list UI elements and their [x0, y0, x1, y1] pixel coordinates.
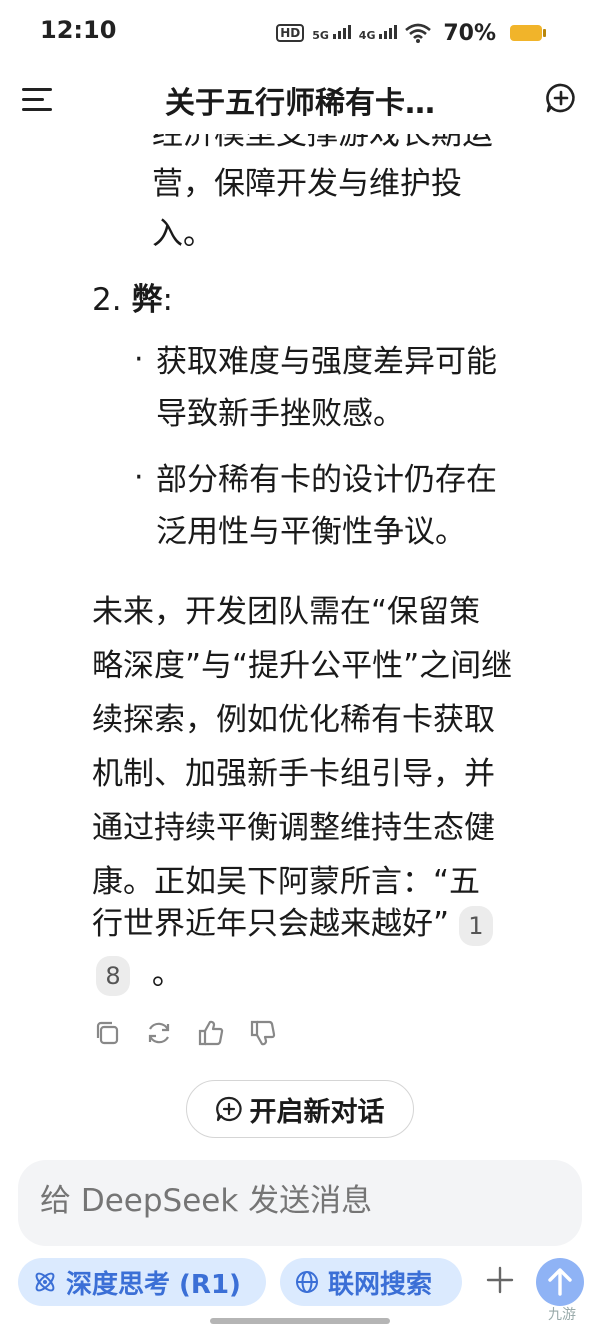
chat-header: 关于五行师稀有卡… [0, 64, 600, 134]
regenerate-icon[interactable] [144, 1018, 174, 1048]
copy-icon[interactable] [92, 1018, 122, 1048]
globe-icon [296, 1271, 318, 1293]
paragraph-line: 行世界近年只会越来越好” 1 [92, 900, 493, 948]
web-search-toggle[interactable]: 联网搜索 [280, 1258, 462, 1306]
atom-icon [35, 1272, 55, 1292]
paragraph-line: 康。正如吴下阿蒙所言：“五 [92, 864, 481, 900]
deep-think-label: 深度思考 (R1) [66, 1269, 241, 1300]
web-search-label: 联网搜索 [328, 1269, 433, 1300]
wifi-icon [405, 23, 432, 43]
message-line: 入。 [152, 216, 214, 252]
new-chat-button[interactable]: 开启新对话 [186, 1080, 414, 1138]
list-item-cons: 2. 弊: [92, 276, 173, 324]
bullet-line: 部分稀有卡的设计仍存在 [156, 462, 497, 498]
message-input[interactable] [38, 1182, 562, 1220]
status-indicators: HD 5G 4G 70% [276, 20, 546, 46]
menu-icon[interactable] [22, 86, 54, 112]
list-label: 弊 [131, 282, 163, 318]
chat-bubble-plus-icon [215, 1096, 242, 1122]
paragraph-line: 机制、加强新手卡组引导，并 [92, 756, 495, 792]
hd-icon: HD [276, 24, 305, 42]
signal-4g-icon: 4G [359, 24, 398, 42]
paragraph-period: 。 [151, 956, 183, 992]
message-actions [92, 1018, 278, 1048]
paragraph-line: 8 。 [96, 950, 183, 998]
new-chat-icon[interactable] [545, 82, 577, 114]
battery-percent: 70% [443, 20, 496, 46]
thumbs-down-icon[interactable] [248, 1018, 278, 1048]
message-input-container[interactable] [18, 1160, 582, 1246]
paragraph-line: 略深度”与“提升公平性”之间继 [92, 648, 513, 684]
watermark-logo: 九游 [548, 1307, 576, 1323]
citation-badge[interactable]: 1 [458, 905, 493, 946]
list-colon: : [162, 282, 173, 318]
status-time: 12:10 [40, 16, 117, 44]
bullet-line: 泛用性与平衡性争议。 [156, 514, 466, 550]
send-button[interactable] [536, 1258, 584, 1306]
list-number: 2. [92, 282, 122, 318]
thumbs-up-icon[interactable] [196, 1018, 226, 1048]
bullet-line: 获取难度与强度差异可能 [156, 344, 497, 380]
battery-icon [510, 25, 546, 41]
new-chat-label: 开启新对话 [249, 1096, 385, 1128]
paragraph-line-text: 行世界近年只会越来越好” [92, 906, 450, 942]
chat-title[interactable]: 关于五行师稀有卡… [100, 78, 500, 122]
arrow-up-icon [548, 1268, 572, 1296]
status-bar: 12:10 HD 5G 4G 70% [0, 0, 600, 64]
paragraph-line: 续探索，例如优化稀有卡获取 [92, 702, 495, 738]
message-line: 营，保障开发与维护投 [152, 166, 462, 202]
bullet-line: 导致新手挫败感。 [156, 396, 404, 432]
signal-5g-icon: 5G [312, 24, 351, 42]
bullet-dot: · [134, 342, 144, 377]
bullet-dot: · [134, 460, 144, 495]
home-indicator[interactable] [210, 1318, 390, 1324]
plus-icon[interactable] [484, 1264, 516, 1296]
paragraph-line: 通过持续平衡调整维持生态健 [92, 810, 495, 846]
citation-badge[interactable]: 8 [96, 955, 130, 996]
paragraph-line: 未来，开发团队需在“保留策 [92, 594, 481, 630]
deep-think-toggle[interactable]: 深度思考 (R1) [18, 1258, 266, 1306]
